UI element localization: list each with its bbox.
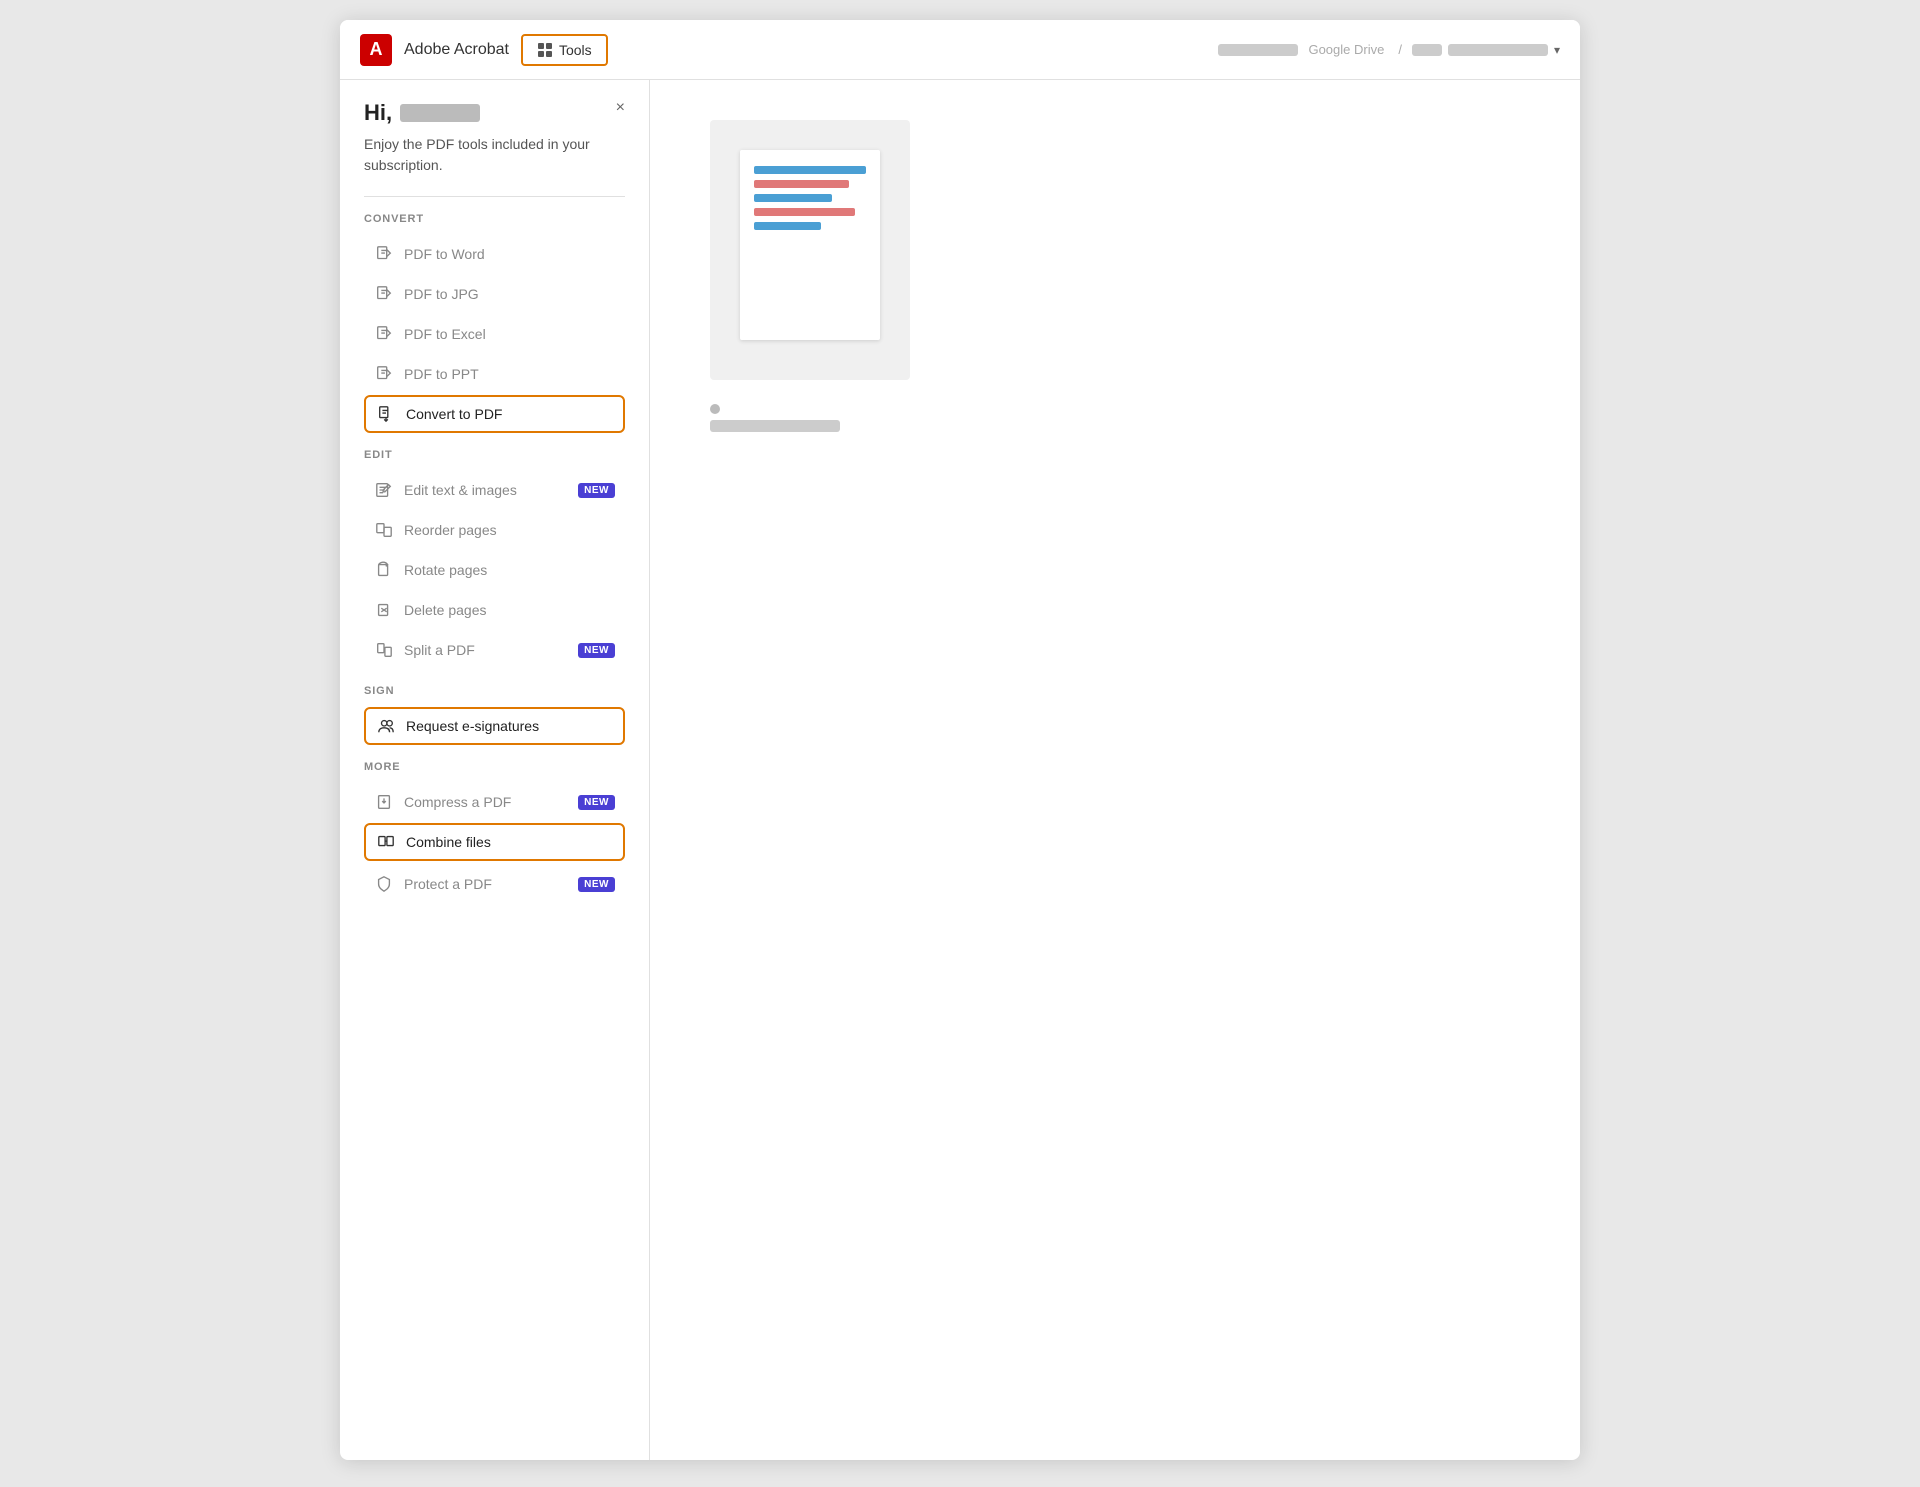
split-a-pdf-new-badge: NEW (578, 643, 615, 658)
adobe-logo-letter: A (370, 39, 383, 60)
pdf-to-word-label: PDF to Word (404, 246, 615, 262)
convert-section-label: CONVERT (364, 213, 625, 225)
header: A Adobe Acrobat Tools Google Drive / ▾ (340, 20, 1580, 80)
request-esignatures-label: Request e-signatures (406, 718, 613, 734)
pdf-line-2 (754, 180, 849, 188)
sidebar-item-pdf-to-ppt[interactable]: PDF to PPT (364, 355, 625, 393)
sign-section-label: SIGN (364, 685, 625, 697)
sidebar-item-pdf-to-excel[interactable]: PDF to Excel (364, 315, 625, 353)
pdf-inner (740, 150, 880, 340)
divider-1 (364, 196, 625, 197)
split-a-pdf-label: Split a PDF (404, 642, 568, 658)
file-name-blur (1448, 44, 1548, 56)
header-left: A Adobe Acrobat Tools (360, 34, 608, 66)
pdf-preview (710, 120, 910, 380)
sidebar-item-reorder-pages[interactable]: Reorder pages (364, 511, 625, 549)
convert-to-pdf-icon (376, 404, 396, 424)
pdf-line-4 (754, 208, 855, 216)
pdf-to-word-icon (374, 244, 394, 264)
edit-text-images-icon (374, 480, 394, 500)
pdf-line-5 (754, 222, 821, 230)
request-esignatures-icon (376, 716, 396, 736)
protect-a-pdf-label: Protect a PDF (404, 876, 568, 892)
drive-icon-blur (1412, 44, 1442, 56)
file-info (710, 404, 840, 432)
pdf-line-1 (754, 166, 866, 174)
tools-label: Tools (559, 42, 592, 58)
app-name-label: Adobe Acrobat (404, 41, 509, 59)
sidebar-item-rotate-pages[interactable]: Rotate pages (364, 551, 625, 589)
protect-a-pdf-new-badge: NEW (578, 877, 615, 892)
close-button[interactable]: × (616, 100, 625, 116)
delete-pages-label: Delete pages (404, 602, 615, 618)
compress-a-pdf-new-badge: NEW (578, 795, 615, 810)
edit-text-images-label: Edit text & images (404, 482, 568, 498)
subtitle-line1: Enjoy the PDF tools included in your (364, 136, 590, 152)
edit-section: EDIT Edit text & images NEW (364, 449, 625, 669)
pdf-to-jpg-label: PDF to JPG (404, 286, 615, 302)
header-right: Google Drive / ▾ (1218, 42, 1560, 57)
compress-a-pdf-icon (374, 792, 394, 812)
subtitle-line2: subscription. (364, 157, 443, 173)
greeting-subtitle: Enjoy the PDF tools included in your sub… (364, 134, 625, 176)
content-area (650, 80, 1580, 1460)
sidebar-item-request-esignatures[interactable]: Request e-signatures (364, 707, 625, 745)
sign-section: SIGN Request e-signatures (364, 685, 625, 745)
pdf-to-ppt-label: PDF to PPT (404, 366, 615, 382)
more-section: MORE Compress a PDF NEW (364, 761, 625, 903)
sidebar-item-combine-files[interactable]: Combine files (364, 823, 625, 861)
edit-section-label: EDIT (364, 449, 625, 461)
pdf-to-excel-label: PDF to Excel (404, 326, 615, 342)
tools-button[interactable]: Tools (521, 34, 608, 66)
sidebar-item-edit-text-images[interactable]: Edit text & images NEW (364, 471, 625, 509)
pdf-to-excel-icon (374, 324, 394, 344)
grid-icon (537, 42, 553, 58)
split-a-pdf-icon (374, 640, 394, 660)
main-content: Hi, Enjoy the PDF tools included in your… (340, 80, 1580, 1460)
rotate-pages-icon (374, 560, 394, 580)
app-window: A Adobe Acrobat Tools Google Drive / ▾ (340, 20, 1580, 1460)
user-name-redacted (400, 104, 480, 122)
user-name-blur (1218, 44, 1298, 56)
convert-section: CONVERT PDF to Word (364, 213, 625, 433)
sidebar-item-delete-pages[interactable]: Delete pages (364, 591, 625, 629)
chevron-down-icon[interactable]: ▾ (1554, 43, 1560, 57)
combine-files-icon (376, 832, 396, 852)
sidebar: Hi, Enjoy the PDF tools included in your… (340, 80, 650, 1460)
more-section-label: MORE (364, 761, 625, 773)
pdf-line-3 (754, 194, 832, 202)
combine-files-label: Combine files (406, 834, 613, 850)
file-name-redacted (710, 420, 840, 432)
protect-a-pdf-icon (374, 874, 394, 894)
sidebar-item-pdf-to-word[interactable]: PDF to Word (364, 235, 625, 273)
greeting-title: Hi, (364, 100, 625, 126)
sidebar-item-split-a-pdf[interactable]: Split a PDF NEW (364, 631, 625, 669)
edit-text-images-new-badge: NEW (578, 483, 615, 498)
path-separator: / (1398, 42, 1402, 57)
adobe-logo: A (360, 34, 392, 66)
sidebar-item-pdf-to-jpg[interactable]: PDF to JPG (364, 275, 625, 313)
sidebar-item-convert-to-pdf[interactable]: Convert to PDF (364, 395, 625, 433)
compress-a-pdf-label: Compress a PDF (404, 794, 568, 810)
delete-pages-icon (374, 600, 394, 620)
pdf-to-ppt-icon (374, 364, 394, 384)
rotate-pages-label: Rotate pages (404, 562, 615, 578)
breadcrumb-separator: Google Drive (1308, 42, 1384, 57)
convert-to-pdf-label: Convert to PDF (406, 406, 613, 422)
greeting-section: Hi, Enjoy the PDF tools included in your… (364, 100, 625, 176)
sidebar-item-protect-a-pdf[interactable]: Protect a PDF NEW (364, 865, 625, 903)
reorder-pages-label: Reorder pages (404, 522, 615, 538)
pdf-to-jpg-icon (374, 284, 394, 304)
file-type-dot (710, 404, 720, 414)
sidebar-item-compress-a-pdf[interactable]: Compress a PDF NEW (364, 783, 625, 821)
hi-label: Hi, (364, 100, 392, 126)
reorder-pages-icon (374, 520, 394, 540)
